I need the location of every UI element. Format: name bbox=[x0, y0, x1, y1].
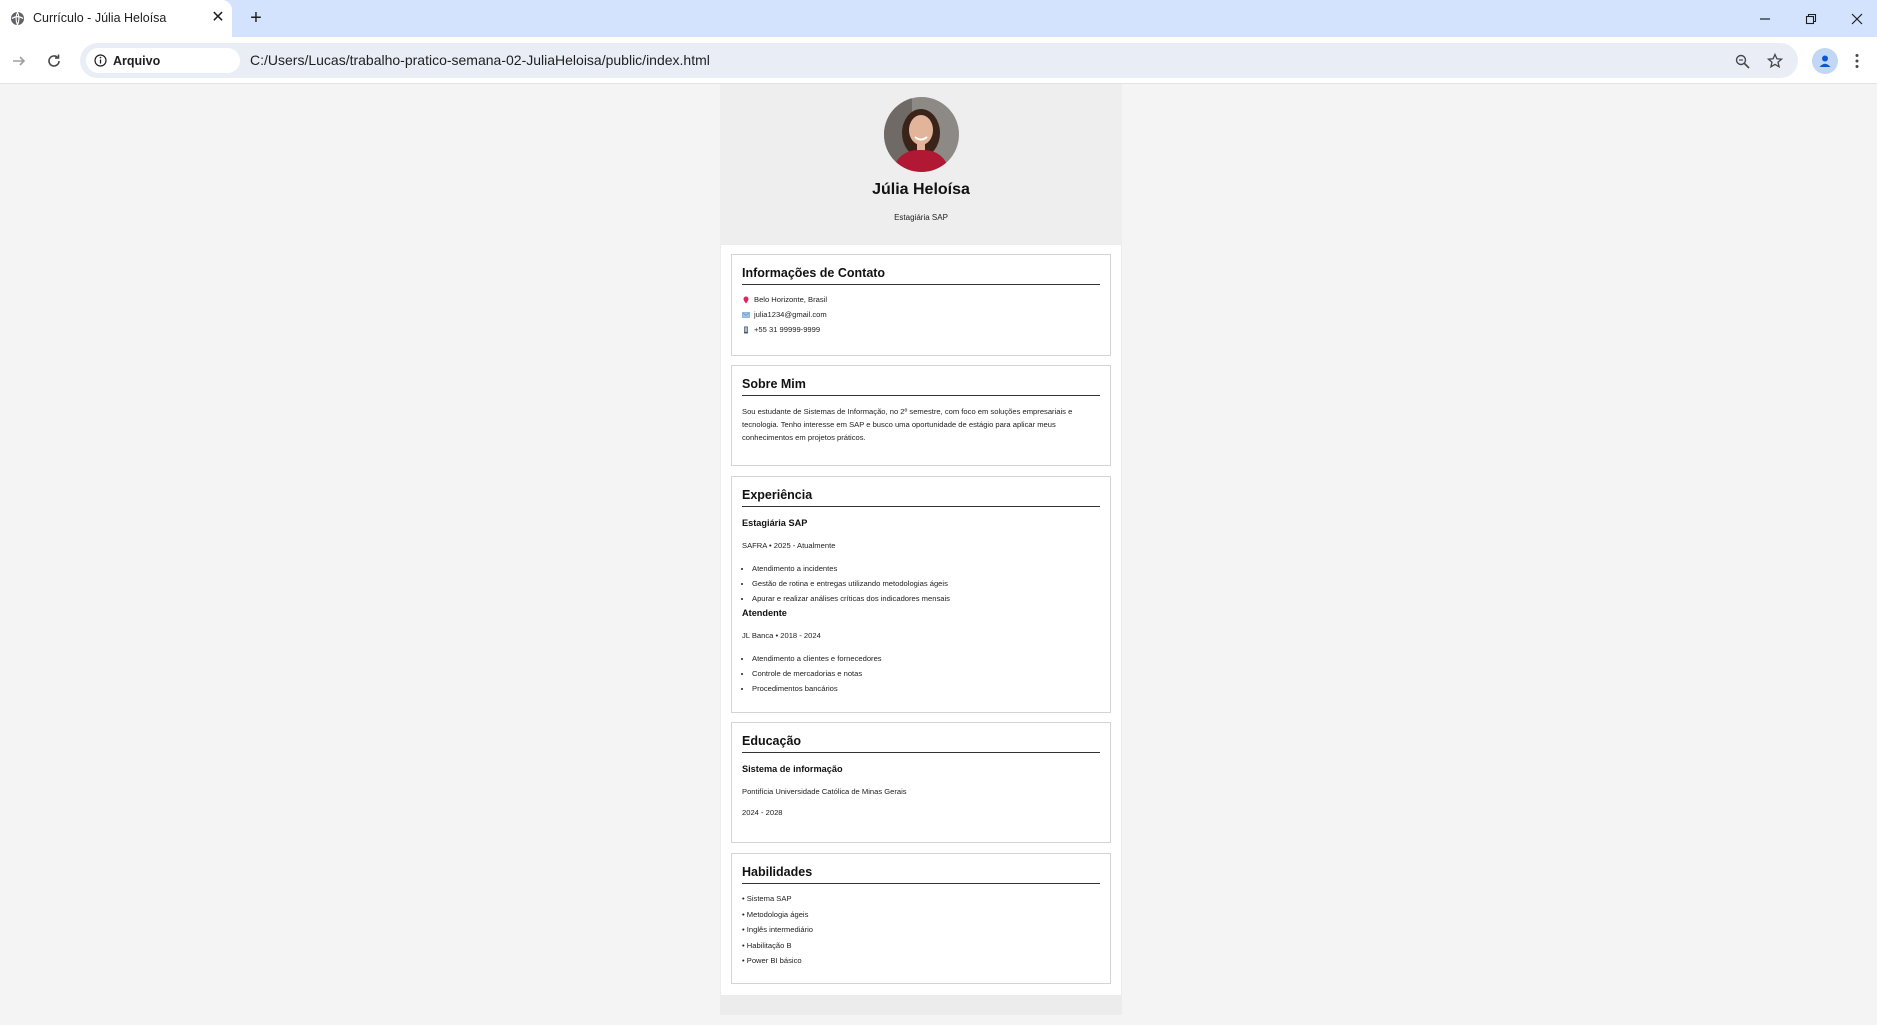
star-icon bbox=[1767, 53, 1783, 69]
section-title: Experiência bbox=[742, 477, 1100, 507]
site-info-chip[interactable]: Arquivo bbox=[86, 48, 240, 73]
list-item: Controle de mercadorias e notas bbox=[752, 666, 1100, 681]
contact-location: Belo Horizonte, Brasil bbox=[742, 292, 1100, 307]
info-icon bbox=[94, 54, 107, 67]
job-title: Atendente bbox=[742, 608, 787, 618]
close-icon bbox=[1851, 13, 1863, 24]
close-window-button[interactable] bbox=[1834, 0, 1877, 37]
tab-title: Currículo - Júlia Heloísa bbox=[33, 11, 167, 25]
contact-phone: +55 31 99999-9999 bbox=[742, 322, 1100, 337]
education-section: Educação Sistema de informação Pontifíci… bbox=[731, 722, 1111, 843]
about-text: Sou estudante de Sistemas de Informação,… bbox=[742, 407, 1073, 442]
profile-button[interactable] bbox=[1812, 48, 1838, 74]
contact-section: Informações de Contato Belo Horizonte, B… bbox=[731, 254, 1111, 356]
section-title: Educação bbox=[742, 723, 1100, 753]
skill-item: • Power BI básico bbox=[742, 956, 802, 965]
browser-tab-strip: Currículo - Júlia Heloísa ✕ + bbox=[0, 0, 1877, 37]
address-bar[interactable]: Arquivo C:/Users/Lucas/trabalho-pratico-… bbox=[80, 43, 1798, 78]
phone-icon bbox=[744, 326, 748, 333]
section-title: Informações de Contato bbox=[742, 255, 1100, 285]
profile-name: Júlia Heloísa bbox=[872, 181, 970, 198]
resume-body: Informações de Contato Belo Horizonte, B… bbox=[721, 245, 1121, 995]
zoom-icon bbox=[1735, 54, 1750, 69]
job-duties: Atendimento a clientes e fornecedores Co… bbox=[742, 651, 1100, 696]
resume-header: Júlia Heloísa Estagiária SAP bbox=[720, 84, 1122, 244]
pin-icon bbox=[743, 296, 749, 303]
section-title: Habilidades bbox=[742, 854, 1100, 884]
site-info-label: Arquivo bbox=[113, 53, 161, 68]
resume-page: Júlia Heloísa Estagiária SAP Informações… bbox=[720, 84, 1122, 1015]
job-title: Estagiária SAP bbox=[742, 518, 808, 528]
more-vert-icon bbox=[1855, 54, 1859, 68]
list-item: Gestão de rotina e entregas utilizando m… bbox=[752, 576, 1100, 591]
globe-icon bbox=[10, 11, 25, 26]
list-item: Procedimentos bancários bbox=[752, 681, 1100, 696]
browser-tab-active[interactable]: Currículo - Júlia Heloísa ✕ bbox=[0, 0, 232, 37]
job-meta: JL Banca • 2018 - 2024 bbox=[742, 631, 821, 640]
zoom-button[interactable] bbox=[1731, 50, 1753, 72]
list-item: Atendimento a clientes e fornecedores bbox=[752, 651, 1100, 666]
job-duties: Atendimento a incidentes Gestão de rotin… bbox=[742, 561, 1100, 606]
restore-button[interactable] bbox=[1788, 0, 1834, 37]
job-entry: Estagiária SAP SAFRA • 2025 - Atualmente… bbox=[742, 518, 1100, 606]
bookmark-button[interactable] bbox=[1764, 50, 1786, 72]
mail-icon bbox=[742, 311, 750, 318]
skill-item: • Metodologia ágeis bbox=[742, 909, 809, 919]
restore-icon bbox=[1805, 13, 1817, 24]
school-name: Pontifícia Universidade Católica de Mina… bbox=[742, 787, 907, 796]
minimize-icon bbox=[1760, 17, 1770, 20]
minimize-button[interactable] bbox=[1742, 0, 1788, 37]
reload-button[interactable] bbox=[41, 48, 67, 74]
arrow-right-icon bbox=[13, 56, 26, 66]
experience-section: Experiência Estagiária SAP SAFRA • 2025 … bbox=[731, 476, 1111, 713]
skills-section: Habilidades • Sistema SAP • Metodologia … bbox=[731, 853, 1111, 984]
skill-item: • Habilitação B bbox=[742, 940, 792, 950]
reload-icon bbox=[48, 54, 60, 67]
person-icon bbox=[1819, 55, 1831, 67]
contact-email[interactable]: julia1234@gmail.com bbox=[742, 307, 1100, 322]
job-meta: SAFRA • 2025 - Atualmente bbox=[742, 541, 836, 550]
section-title: Sobre Mim bbox=[742, 366, 1100, 396]
url-text[interactable]: C:/Users/Lucas/trabalho-pratico-semana-0… bbox=[250, 52, 710, 68]
tab-close-icon[interactable]: ✕ bbox=[209, 9, 227, 27]
job-entry: Atendente JL Banca • 2018 - 2024 Atendim… bbox=[742, 608, 1100, 696]
back-button[interactable] bbox=[6, 48, 32, 74]
browser-toolbar: Arquivo C:/Users/Lucas/trabalho-pratico-… bbox=[0, 37, 1877, 84]
skill-item: • Sistema SAP bbox=[742, 894, 792, 903]
list-item: Apurar e realizar análises críticas dos … bbox=[752, 591, 1100, 606]
new-tab-button[interactable]: + bbox=[244, 6, 268, 30]
avatar-photo bbox=[884, 97, 959, 172]
about-section: Sobre Mim Sou estudante de Sistemas de I… bbox=[731, 365, 1111, 466]
skill-item: • Inglês intermediário bbox=[742, 925, 814, 934]
profile-role: Estagiária SAP bbox=[894, 213, 948, 222]
education-period: 2024 - 2028 bbox=[742, 808, 783, 817]
course-name: Sistema de informação bbox=[742, 764, 843, 774]
avatar bbox=[884, 97, 959, 172]
browser-menu-button[interactable] bbox=[1847, 48, 1867, 74]
list-item: Atendimento a incidentes bbox=[752, 561, 1100, 576]
